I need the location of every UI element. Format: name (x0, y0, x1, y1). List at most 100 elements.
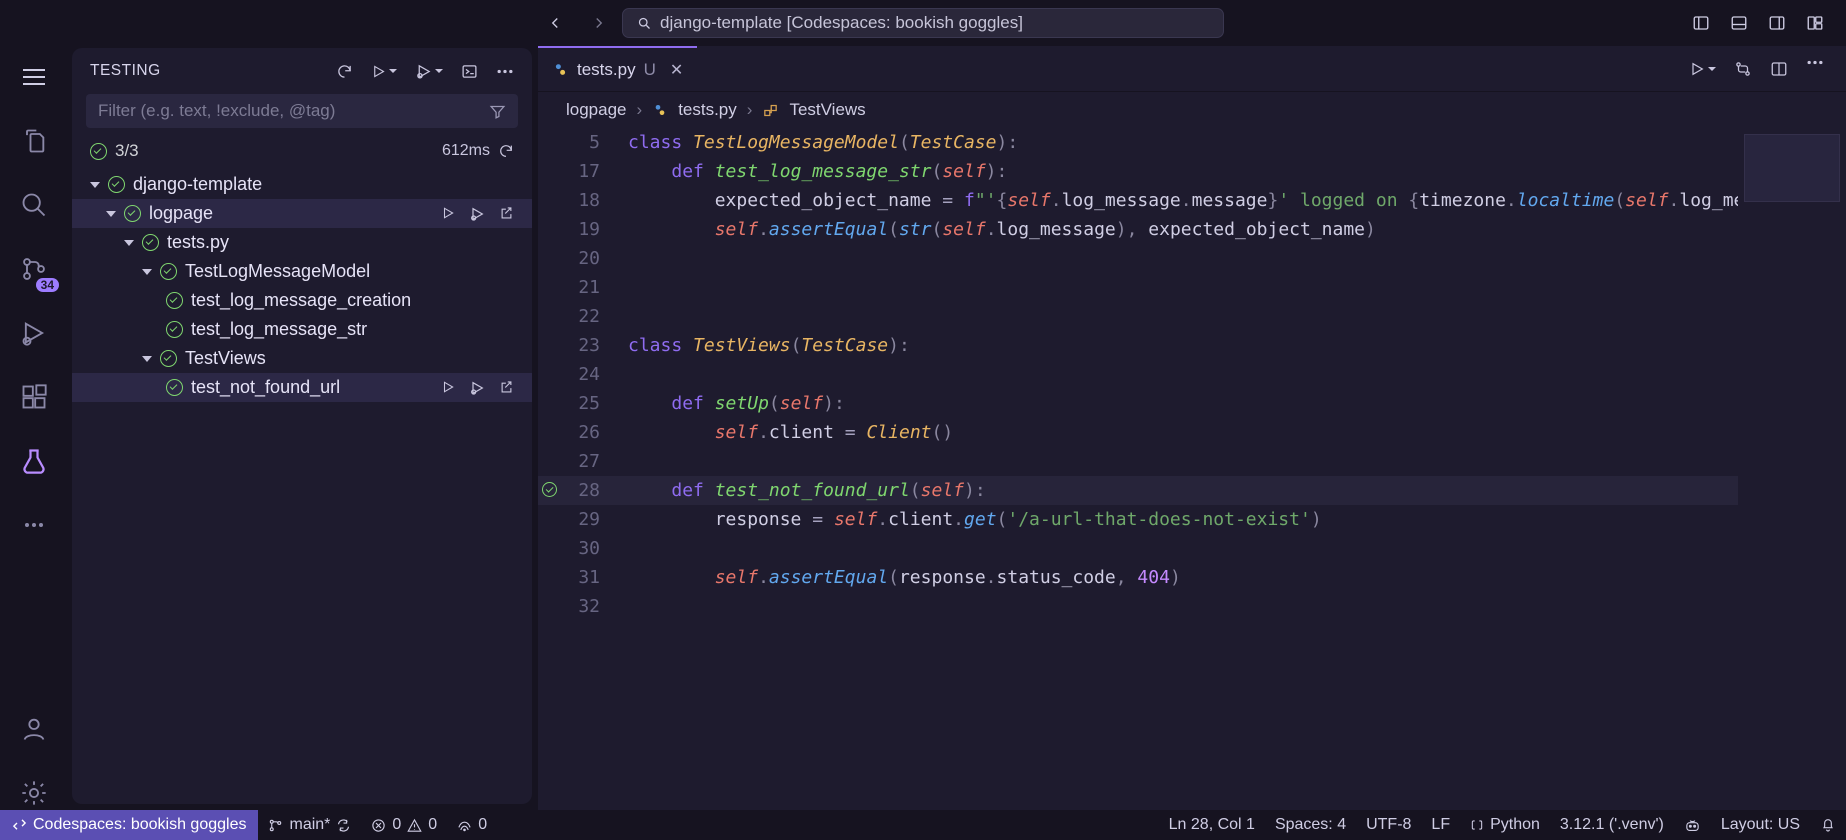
tree-item-TestLogMessageModel[interactable]: TestLogMessageModel (72, 257, 532, 286)
nav-forward-icon[interactable] (590, 14, 608, 32)
breadcrumb-symbol[interactable]: TestViews (789, 100, 865, 120)
code-line[interactable]: 18 expected_object_name = f"'{self.log_m… (538, 186, 1846, 215)
show-output-icon[interactable] (461, 63, 478, 80)
diff-icon[interactable] (1734, 60, 1752, 78)
code-line[interactable]: 25 def setUp(self): (538, 389, 1846, 418)
tree-item-tests-py[interactable]: tests.py (72, 228, 532, 257)
code-editor[interactable]: 5class TestLogMessageModel(TestCase):17 … (538, 128, 1846, 810)
chevron-down-icon (90, 182, 100, 188)
code-line[interactable]: 21 (538, 273, 1846, 302)
breadcrumb[interactable]: logpage › tests.py › TestViews (538, 92, 1846, 128)
remote-indicator[interactable]: Codespaces: bookish goggles (0, 810, 258, 840)
sb-layout[interactable]: Layout: US (1711, 810, 1810, 840)
sb-cursor[interactable]: Ln 28, Col 1 (1159, 810, 1265, 840)
code-line[interactable]: 32 (538, 592, 1846, 621)
explorer-icon[interactable] (17, 124, 51, 158)
sb-encoding[interactable]: UTF-8 (1356, 810, 1421, 840)
code-line[interactable]: 28 def test_not_found_url(self): (538, 476, 1846, 505)
debug-test-icon[interactable] (469, 380, 485, 396)
code-line[interactable]: 27 (538, 447, 1846, 476)
customize-layout-icon[interactable] (1806, 14, 1824, 32)
code-line[interactable]: 23class TestViews(TestCase): (538, 331, 1846, 360)
debug-tests-icon[interactable] (415, 63, 443, 80)
more-actions-icon[interactable] (496, 69, 514, 74)
code-line[interactable]: 17 def test_log_message_str(self): (538, 157, 1846, 186)
breadcrumb-file[interactable]: tests.py (678, 100, 737, 120)
status-bar: Codespaces: bookish goggles main* 0 0 0 … (0, 810, 1846, 840)
sb-spaces[interactable]: Spaces: 4 (1265, 810, 1356, 840)
sb-problems[interactable]: 0 0 (361, 810, 447, 840)
test-count: 3/3 (115, 141, 139, 161)
more-icon[interactable] (17, 508, 51, 542)
pass-icon (166, 379, 183, 396)
filter-icon[interactable] (477, 103, 518, 120)
toggle-secondary-sidebar-icon[interactable] (1768, 14, 1786, 32)
tab-modified: U (644, 60, 656, 80)
sb-ports[interactable]: 0 (447, 810, 497, 840)
workspace-title: django-template [Codespaces: bookish gog… (660, 13, 1023, 33)
settings-gear-icon[interactable] (17, 776, 51, 810)
goto-test-icon[interactable] (499, 206, 514, 222)
chevron-down-icon (124, 240, 134, 246)
chevron-down-icon (142, 269, 152, 275)
code-line[interactable]: 24 (538, 360, 1846, 389)
code-line[interactable]: 19 self.assertEqual(str(self.log_message… (538, 215, 1846, 244)
goto-test-icon[interactable] (499, 380, 514, 396)
tree-label: logpage (149, 203, 213, 224)
test-pass-gutter-icon (542, 482, 557, 497)
code-line[interactable]: 5class TestLogMessageModel(TestCase): (538, 128, 1846, 157)
split-editor-icon[interactable] (1770, 60, 1788, 78)
code-line[interactable]: 20 (538, 244, 1846, 273)
sb-lang[interactable]: Python (1460, 810, 1550, 840)
sb-notifications[interactable] (1810, 810, 1846, 840)
code-line[interactable]: 30 (538, 534, 1846, 563)
rerun-icon[interactable] (498, 143, 514, 159)
search-icon[interactable] (17, 188, 51, 222)
panel-title: TESTING (90, 62, 336, 80)
close-tab-icon[interactable]: ✕ (670, 60, 683, 80)
tree-item-logpage[interactable]: logpage (72, 199, 532, 228)
extensions-icon[interactable] (17, 380, 51, 414)
code-line[interactable]: 26 self.client = Client() (538, 418, 1846, 447)
command-center[interactable]: django-template [Codespaces: bookish gog… (622, 8, 1224, 38)
tab-tests-py[interactable]: tests.py U ✕ (538, 46, 697, 91)
menu-icon[interactable] (17, 60, 51, 94)
tree-label: test_log_message_creation (191, 290, 411, 311)
minimap[interactable] (1738, 128, 1846, 810)
code-line[interactable]: 22 (538, 302, 1846, 331)
toggle-primary-sidebar-icon[interactable] (1692, 14, 1710, 32)
test-tree: django-template logpage tests.py TestLogMe… (72, 168, 532, 404)
tree-item-test-log-message-str[interactable]: test_log_message_str (72, 315, 532, 344)
debug-test-icon[interactable] (469, 206, 485, 222)
tree-root[interactable]: django-template (72, 170, 532, 199)
run-test-icon[interactable] (441, 380, 455, 396)
pass-icon (166, 292, 183, 309)
tree-item-test-not-found-url[interactable]: test_not_found_url (72, 373, 532, 402)
code-line[interactable]: 29 response = self.client.get('/a-url-th… (538, 505, 1846, 534)
editor-group: tests.py U ✕ logpage › tests.py › TestVi… (538, 46, 1846, 810)
tree-item-test-log-message-creation[interactable]: test_log_message_creation (72, 286, 532, 315)
toggle-panel-icon[interactable] (1730, 14, 1748, 32)
class-icon (762, 102, 779, 119)
test-filter-input[interactable] (86, 94, 477, 128)
run-test-icon[interactable] (441, 206, 455, 222)
tree-item-TestViews[interactable]: TestViews (72, 344, 532, 373)
refresh-tests-icon[interactable] (336, 63, 353, 80)
sb-copilot[interactable] (1674, 810, 1711, 840)
sync-icon[interactable] (336, 818, 351, 833)
nav-back-icon[interactable] (546, 14, 564, 32)
sb-eol[interactable]: LF (1421, 810, 1460, 840)
sb-branch[interactable]: main* (258, 810, 361, 840)
pass-icon (90, 143, 107, 160)
run-debug-icon[interactable] (17, 316, 51, 350)
breadcrumb-folder[interactable]: logpage (566, 100, 627, 120)
sb-python[interactable]: 3.12.1 ('.venv') (1550, 810, 1674, 840)
account-icon[interactable] (17, 712, 51, 746)
testing-icon[interactable] (17, 444, 51, 478)
source-control-icon[interactable]: 34 (17, 252, 51, 286)
run-tests-icon[interactable] (371, 64, 397, 79)
tree-label: TestLogMessageModel (185, 261, 370, 282)
editor-more-icon[interactable] (1806, 60, 1824, 78)
run-file-icon[interactable] (1689, 60, 1716, 78)
code-line[interactable]: 31 self.assertEqual(response.status_code… (538, 563, 1846, 592)
